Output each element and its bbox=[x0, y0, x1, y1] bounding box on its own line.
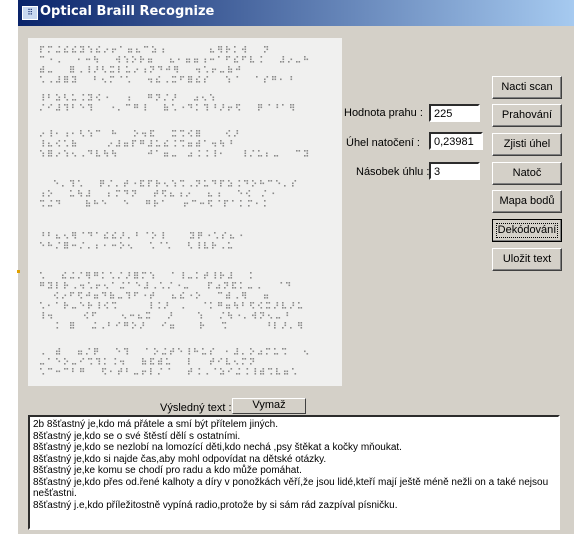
point-map-button[interactable]: Mapa bodů bbox=[492, 190, 562, 213]
result-line: 8šťastný je,kdo si najde čas,aby mohl od… bbox=[33, 453, 327, 465]
angle-input[interactable]: 0,23981 bbox=[429, 132, 483, 150]
braille-scan-image bbox=[28, 38, 342, 386]
result-line: 8šťastný je,ke komu se chodí pro radu a … bbox=[33, 465, 302, 476]
result-textarea[interactable]: 2b 8šťastný je,kdo má přátele a smí být … bbox=[28, 415, 560, 530]
result-line: 8šťastný j.e,kdo příležitostně vypíná ra… bbox=[33, 499, 398, 511]
app-window: ⠿ Optical Braill Recognize Hodnota prahu… bbox=[18, 0, 574, 534]
result-label: Výsledný text : bbox=[160, 402, 232, 414]
decode-button[interactable]: Dekódování bbox=[492, 219, 562, 242]
window-edge-marker bbox=[17, 270, 20, 273]
result-line: 8šťastný je,kdo se o své štěstí dělí s o… bbox=[33, 430, 241, 442]
result-line: 2b 8šťastný je,kdo má přátele a smí být … bbox=[33, 419, 278, 430]
title-bar[interactable]: ⠿ Optical Braill Recognize bbox=[18, 0, 574, 26]
result-line: 8šťastný je,kdo se nezlobí na lomozící d… bbox=[33, 442, 402, 453]
app-icon[interactable]: ⠿ bbox=[22, 6, 38, 20]
threshold-input[interactable]: 225 bbox=[429, 104, 480, 122]
result-line: 8šťastný je,kdo přes od.řené kalhoty a d… bbox=[33, 476, 549, 500]
detect-angle-button[interactable]: Zjisti úhel bbox=[492, 133, 562, 156]
save-text-button[interactable]: Uložit text bbox=[492, 248, 562, 271]
thresholding-button[interactable]: Prahování bbox=[492, 104, 562, 127]
multiplier-label: Násobek úhlu : bbox=[356, 166, 430, 178]
window-title: Optical Braill Recognize bbox=[40, 4, 215, 19]
load-scan-button[interactable]: Nacti scan bbox=[492, 76, 562, 99]
rotate-button[interactable]: Natoč bbox=[492, 162, 562, 185]
clear-button[interactable]: Vymaž bbox=[232, 398, 306, 414]
multiplier-input[interactable]: 3 bbox=[429, 162, 480, 180]
braille-dots bbox=[40, 46, 309, 375]
threshold-label: Hodnota prahu : bbox=[344, 107, 423, 119]
angle-label: Úhel natočení : bbox=[346, 137, 420, 149]
